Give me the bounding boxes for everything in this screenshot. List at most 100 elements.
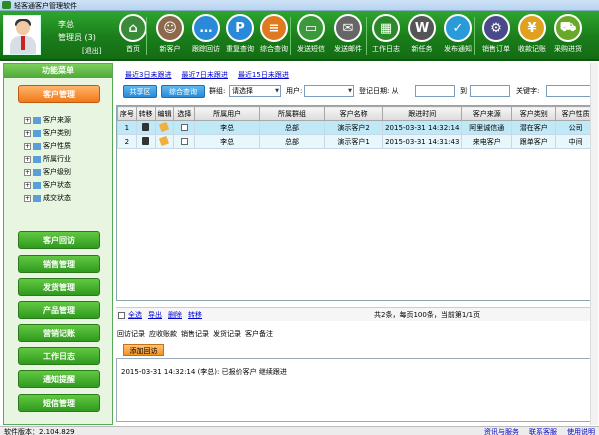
footer-link[interactable]: 全选 bbox=[128, 311, 142, 319]
date-from-input[interactable] bbox=[415, 85, 455, 97]
sidebar-button-7[interactable]: 短信管理 bbox=[18, 394, 100, 412]
toolbar-button-1[interactable]: ☺ 新客户 bbox=[152, 14, 188, 58]
expand-icon[interactable]: + bbox=[24, 129, 31, 137]
column-header[interactable]: 客户来源 bbox=[461, 106, 513, 121]
customer-table: 序号 转移 编辑 选择 所属用户 所属群组 客户名称 跟进时间 客户来源 客户类别 客户性质 1 李总… bbox=[116, 105, 597, 301]
group-select[interactable]: 请选择 bbox=[229, 85, 281, 97]
order-icon: ⚙ bbox=[482, 14, 510, 42]
column-header[interactable]: 跟进时间 bbox=[382, 106, 463, 121]
user-panel: 李总 管理员 (3) [退出] bbox=[2, 13, 114, 59]
quick-link[interactable]: 最近3日未跟进 bbox=[125, 71, 171, 79]
table-cell: 跟单客户 bbox=[511, 134, 557, 149]
user-select[interactable] bbox=[304, 85, 354, 97]
table-row[interactable]: 2 李总 总部 演示客户1 2015-03-31 14:31:43 来电客户 跟单客户 中间 bbox=[117, 134, 596, 149]
person-icon: ☺ bbox=[156, 14, 184, 42]
sidebar-button-2[interactable]: 发货管理 bbox=[18, 278, 100, 296]
expand-icon[interactable]: + bbox=[24, 142, 31, 150]
combined-query-button[interactable]: 综合查询 bbox=[161, 85, 205, 98]
status-link[interactable]: 联系客服 bbox=[529, 428, 557, 435]
bird-icon: ✓ bbox=[444, 14, 472, 42]
footer-link[interactable]: 删除 bbox=[168, 311, 182, 319]
toolbar-button-11[interactable]: ¥ 收款记账 bbox=[514, 14, 550, 58]
toolbar-button-5[interactable]: ▭ 发送短信 bbox=[293, 14, 329, 58]
toolbar-separator bbox=[474, 17, 475, 55]
quick-link[interactable]: 最近7日未跟进 bbox=[181, 71, 227, 79]
edit-icon[interactable] bbox=[154, 120, 175, 135]
keyword-input[interactable] bbox=[546, 85, 594, 97]
tree-item[interactable]: + 客户类别 bbox=[24, 127, 110, 140]
subtab[interactable]: 销售记录 bbox=[181, 330, 209, 338]
sidebar-button-5[interactable]: 工作日志 bbox=[18, 347, 100, 365]
select-all-checkbox[interactable] bbox=[118, 311, 125, 319]
subtab[interactable]: 回访记录 bbox=[117, 330, 145, 338]
title-bar: 轻客通客户管理软件 bbox=[0, 0, 599, 11]
toolbar-button-label: 新客户 bbox=[159, 45, 181, 53]
toolbar-button-10[interactable]: ⚙ 销售订单 bbox=[478, 14, 514, 58]
table-cell: 演示客户2 bbox=[323, 120, 384, 135]
date-to-input[interactable] bbox=[470, 85, 510, 97]
table-footer: 全选 导出 删除 转移 共2条，每页100条，当前第1/1页 bbox=[116, 307, 597, 321]
sidebar-button-6[interactable]: 通知提醒 bbox=[18, 370, 100, 388]
select-checkbox[interactable] bbox=[173, 134, 196, 149]
edit-icon[interactable] bbox=[154, 134, 175, 149]
sidebar-button-4[interactable]: 营销记账 bbox=[18, 324, 100, 342]
toolbar-button-label: 采购进货 bbox=[554, 45, 582, 53]
quick-link[interactable]: 最近15日未跟进 bbox=[238, 71, 289, 79]
keyword-label: 关键字: bbox=[516, 87, 540, 95]
sidebar-item-customer-management[interactable]: 客户管理 bbox=[18, 85, 100, 103]
toolbar-button-9[interactable]: ✓ 发布通知 bbox=[440, 14, 476, 58]
toolbar-button-6[interactable]: ✉ 发送邮件 bbox=[330, 14, 366, 58]
expand-icon[interactable]: + bbox=[24, 155, 31, 163]
vertical-scrollbar[interactable] bbox=[590, 63, 598, 425]
transfer-icon[interactable] bbox=[135, 120, 156, 135]
tree-item[interactable]: + 客户级别 bbox=[24, 166, 110, 179]
tree-item-label: 客户类别 bbox=[43, 129, 71, 137]
column-header[interactable]: 客户类别 bbox=[511, 106, 557, 121]
toolbar-button-7[interactable]: ▦ 工作日志 bbox=[368, 14, 404, 58]
column-header[interactable]: 编辑 bbox=[154, 106, 175, 121]
column-header[interactable]: 所属群组 bbox=[259, 106, 325, 121]
expand-icon[interactable]: + bbox=[24, 116, 31, 124]
toolbar-button-label: 工作日志 bbox=[372, 45, 400, 53]
column-header[interactable]: 所属用户 bbox=[194, 106, 261, 121]
sidebar-button-3[interactable]: 产品管理 bbox=[18, 301, 100, 319]
expand-icon[interactable]: + bbox=[24, 168, 31, 176]
tree-item[interactable]: + 客户来源 bbox=[24, 114, 110, 127]
transfer-icon[interactable] bbox=[135, 134, 156, 149]
shared-area-button[interactable]: 共享区 bbox=[123, 85, 157, 98]
tree-item[interactable]: + 所属行业 bbox=[24, 153, 110, 166]
status-link[interactable]: 资讯与服务 bbox=[484, 428, 519, 435]
table-row[interactable]: 1 李总 总部 演示客户2 2015-03-31 14:32:14 阿里诚信通 潜在客户 公司 bbox=[117, 120, 596, 135]
toolbar-button-3[interactable]: P 重复查询 bbox=[222, 14, 258, 58]
status-link[interactable]: 使用说明 bbox=[567, 428, 595, 435]
tree-item[interactable]: + 客户状态 bbox=[24, 179, 110, 192]
toolbar-button-8[interactable]: W 新任务 bbox=[404, 14, 440, 58]
footer-link[interactable]: 转移 bbox=[188, 311, 202, 319]
select-checkbox[interactable] bbox=[173, 120, 196, 135]
tree-item[interactable]: + 客户性质 bbox=[24, 140, 110, 153]
top-toolbar: 李总 管理员 (3) [退出] ⌂ 首页 ☺ 新客户… 跟踪回访 P 重复查询 ≡ 综合查询 ▭ 发… bbox=[0, 11, 599, 61]
sidebar-button-0[interactable]: 客户回访 bbox=[18, 231, 100, 249]
sidebar-button-1[interactable]: 销售管理 bbox=[18, 255, 100, 273]
column-header[interactable]: 转移 bbox=[135, 106, 156, 121]
table-cell: 2015-03-31 14:32:14 bbox=[382, 120, 463, 135]
expand-icon[interactable]: + bbox=[24, 194, 31, 202]
footer-link[interactable]: 导出 bbox=[148, 311, 162, 319]
add-visit-button[interactable]: 添加回访 bbox=[123, 344, 164, 356]
main-panel: 最近3日未跟进 最近7日未跟进 最近15日未跟进 共享区 综合查询 群组: 请选择 … bbox=[115, 63, 598, 425]
subtab[interactable]: 客户备注 bbox=[245, 330, 273, 338]
column-header[interactable]: 选择 bbox=[173, 106, 196, 121]
table-cell: 演示客户1 bbox=[323, 134, 384, 149]
column-header[interactable]: 客户名称 bbox=[323, 106, 384, 121]
logout-link[interactable]: [退出] bbox=[82, 46, 101, 56]
column-header[interactable]: 序号 bbox=[117, 106, 137, 121]
table-cell: 阿里诚信通 bbox=[461, 120, 513, 135]
visit-detail-panel: 2015-03-31 14:32:14 (李总): 已报价客户 继续跟进 bbox=[116, 358, 597, 422]
expand-icon[interactable]: + bbox=[24, 181, 31, 189]
subtab[interactable]: 应收账款 bbox=[149, 330, 177, 338]
toolbar-button-2[interactable]: … 跟踪回访 bbox=[188, 14, 224, 58]
subtab[interactable]: 发货记录 bbox=[213, 330, 241, 338]
toolbar-button-4[interactable]: ≡ 综合查询 bbox=[256, 14, 292, 58]
toolbar-button-12[interactable]: ⛟ 采购进货 bbox=[550, 14, 586, 58]
tree-item[interactable]: + 成交状态 bbox=[24, 192, 110, 205]
